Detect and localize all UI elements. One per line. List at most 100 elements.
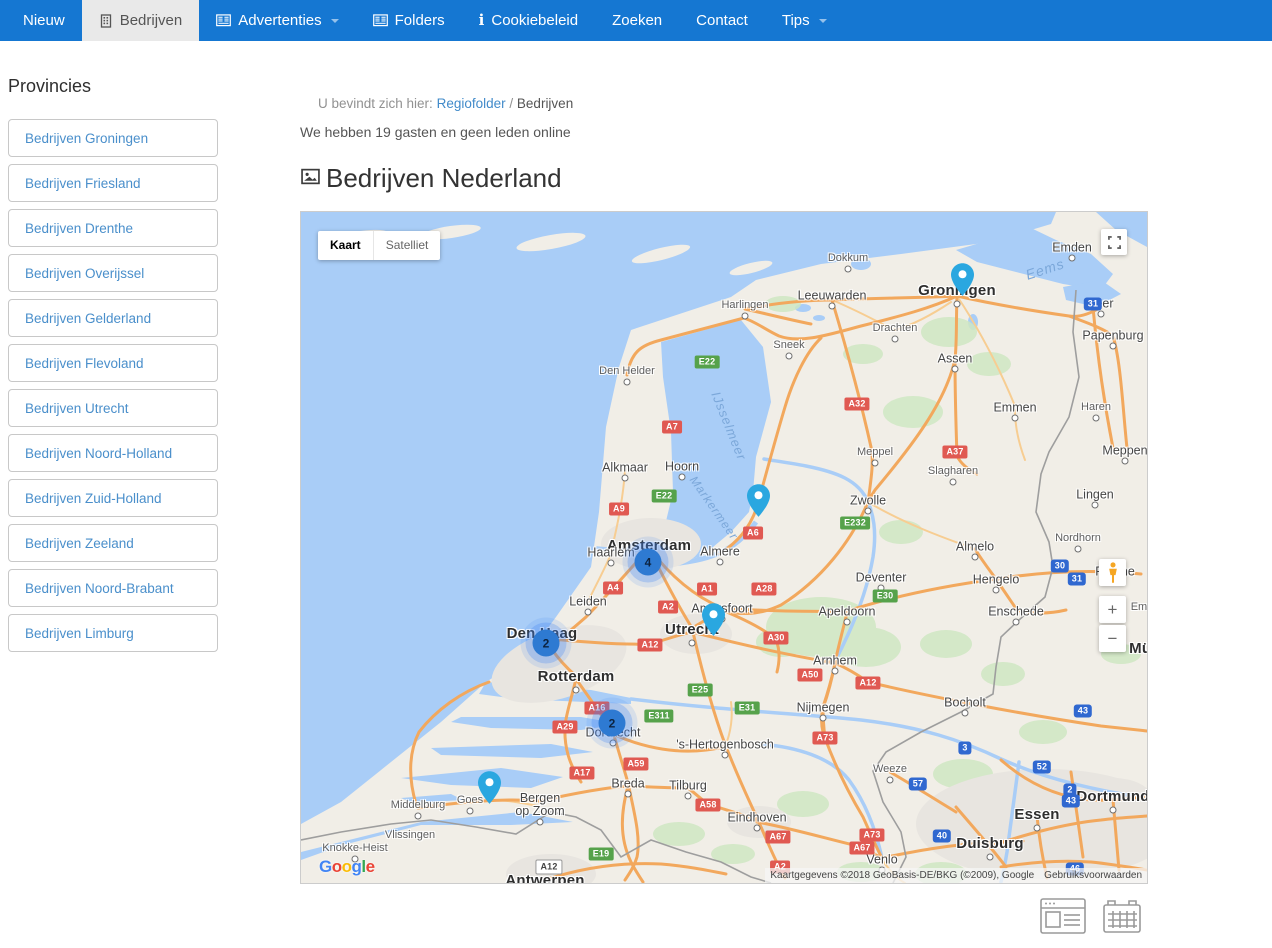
road-shield-a12: A12 bbox=[637, 639, 662, 652]
calendar-icon[interactable] bbox=[1102, 898, 1142, 939]
terms-link[interactable]: Gebruiksvoorwaarden bbox=[1044, 870, 1142, 881]
road-shield-e30: E30 bbox=[873, 590, 898, 603]
sidebar-item-bedrijven-groningen[interactable]: Bedrijven Groningen bbox=[8, 119, 218, 157]
map-city-dot bbox=[954, 301, 961, 308]
map-pin-marker[interactable] bbox=[747, 484, 770, 517]
map-city-label: Deventer bbox=[856, 571, 907, 584]
road-shield-a58: A58 bbox=[695, 799, 720, 812]
sidebar-item-bedrijven-noord-brabant[interactable]: Bedrijven Noord-Brabant bbox=[8, 569, 218, 607]
sidebar-item-bedrijven-noord-holland[interactable]: Bedrijven Noord-Holland bbox=[8, 434, 218, 472]
map-attribution: Kaartgegevens ©2018 GeoBasis-DE/BKG (©20… bbox=[765, 868, 1147, 883]
zoom-out-button[interactable]: − bbox=[1099, 625, 1126, 652]
road-shield-a73: A73 bbox=[859, 829, 884, 842]
road-shield-a29: A29 bbox=[552, 721, 577, 734]
newspaper-icon bbox=[373, 14, 388, 27]
map-city-label: Lingen bbox=[1076, 488, 1114, 501]
building-icon bbox=[99, 14, 113, 28]
sidebar-item-bedrijven-utrecht[interactable]: Bedrijven Utrecht bbox=[8, 389, 218, 427]
sidebar-item-bedrijven-zeeland[interactable]: Bedrijven Zeeland bbox=[8, 524, 218, 562]
road-shield-a37: A37 bbox=[942, 446, 967, 459]
road-shield-57: 57 bbox=[909, 778, 927, 791]
marker-cluster[interactable]: 2 bbox=[533, 630, 560, 657]
map-city-dot bbox=[887, 777, 894, 784]
nav-item-contact[interactable]: Contact bbox=[679, 0, 765, 41]
map-city-dot bbox=[865, 508, 872, 515]
page-title-text: Bedrijven Nederland bbox=[326, 163, 562, 194]
map-city-label: Leeuwarden bbox=[798, 289, 867, 302]
road-shield-a12: A12 bbox=[855, 677, 880, 690]
map-city-dot bbox=[717, 559, 724, 566]
sidebar: Provincies Bedrijven GroningenBedrijven … bbox=[8, 76, 220, 659]
nav-item-nieuw[interactable]: Nieuw bbox=[6, 0, 82, 41]
map-pin-marker[interactable] bbox=[951, 263, 974, 296]
map-pin-marker[interactable] bbox=[702, 603, 725, 636]
nav-item-advertenties[interactable]: Advertenties bbox=[199, 0, 355, 41]
map-city-dot bbox=[845, 266, 852, 273]
map-city-dot bbox=[962, 710, 969, 717]
road-shield-a30: A30 bbox=[763, 632, 788, 645]
road-shield-3: 3 bbox=[958, 742, 971, 755]
map-city-dot bbox=[573, 687, 580, 694]
breadcrumb: U bevindt zich hier: Regiofolder / Bedri… bbox=[318, 96, 573, 111]
map-city-label: Bocholt bbox=[944, 696, 986, 709]
nav-item-zoeken[interactable]: Zoeken bbox=[595, 0, 679, 41]
pegman-button[interactable] bbox=[1099, 559, 1126, 586]
webpage-icon[interactable] bbox=[1040, 898, 1086, 939]
nav-item-label: Advertenties bbox=[238, 12, 321, 29]
map-city-dot bbox=[622, 475, 629, 482]
sidebar-item-bedrijven-friesland[interactable]: Bedrijven Friesland bbox=[8, 164, 218, 202]
nav-item-label: Bedrijven bbox=[120, 12, 183, 29]
sidebar-item-bedrijven-flevoland[interactable]: Bedrijven Flevoland bbox=[8, 344, 218, 382]
map-city-dot bbox=[829, 303, 836, 310]
breadcrumb-link[interactable]: Regiofolder bbox=[437, 96, 506, 111]
sidebar-item-bedrijven-zuid-holland[interactable]: Bedrijven Zuid-Holland bbox=[8, 479, 218, 517]
road-shield-a73: A73 bbox=[812, 732, 837, 745]
map-city-label: Leiden bbox=[569, 595, 607, 608]
pegman-icon bbox=[1107, 562, 1119, 584]
map-type-map-button[interactable]: Kaart bbox=[318, 231, 373, 260]
breadcrumb-current: Bedrijven bbox=[517, 96, 573, 111]
map-city-label: Emden bbox=[1052, 241, 1092, 254]
attribution-text: Kaartgegevens ©2018 GeoBasis-DE/BKG (©20… bbox=[770, 870, 1034, 881]
nav-item-tips[interactable]: Tips bbox=[765, 0, 844, 41]
map-city-dot bbox=[993, 587, 1000, 594]
map-city-label: Knokke-Heist bbox=[322, 843, 387, 855]
fullscreen-button[interactable] bbox=[1101, 229, 1127, 255]
road-shield-a7: A7 bbox=[662, 421, 682, 434]
google-logo[interactable]: Google bbox=[319, 857, 375, 877]
map-canvas[interactable]: DokkumEmdenLeerHarlingenLeeuwardenGronin… bbox=[300, 211, 1148, 884]
footer-icons bbox=[1040, 898, 1142, 939]
road-shield-e19: E19 bbox=[589, 848, 614, 861]
road-shield-52: 52 bbox=[1033, 761, 1051, 774]
marker-cluster[interactable]: 2 bbox=[599, 710, 626, 737]
map-pin-marker[interactable] bbox=[478, 771, 501, 804]
nav-item-cookiebeleid[interactable]: iCookiebeleid bbox=[462, 0, 595, 41]
map-city-label: Harlingen bbox=[721, 300, 768, 312]
map-city-dot bbox=[972, 554, 979, 561]
map-type-satellite-button[interactable]: Satelliet bbox=[373, 231, 441, 260]
sidebar-item-bedrijven-drenthe[interactable]: Bedrijven Drenthe bbox=[8, 209, 218, 247]
map-city-dot bbox=[786, 353, 793, 360]
map-city-dot bbox=[679, 474, 686, 481]
marker-cluster[interactable]: 4 bbox=[635, 549, 662, 576]
road-shield-a32: A32 bbox=[844, 398, 869, 411]
road-shield-e311: E311 bbox=[644, 710, 673, 723]
nav-item-folders[interactable]: Folders bbox=[356, 0, 462, 41]
map-city-label: Drachten bbox=[873, 323, 918, 335]
map-city-dot bbox=[754, 825, 761, 832]
road-shield-a1: A1 bbox=[697, 583, 717, 596]
sidebar-item-bedrijven-gelderland[interactable]: Bedrijven Gelderland bbox=[8, 299, 218, 337]
map-overlays: DokkumEmdenLeerHarlingenLeeuwardenGronin… bbox=[301, 212, 1147, 883]
map-city-label: Alkmaar bbox=[602, 461, 648, 474]
sidebar-item-bedrijven-limburg[interactable]: Bedrijven Limburg bbox=[8, 614, 218, 652]
map-city-label: Tilburg bbox=[669, 779, 707, 792]
breadcrumb-prefix: U bevindt zich hier: bbox=[318, 96, 433, 111]
sidebar-item-bedrijven-overijssel[interactable]: Bedrijven Overijssel bbox=[8, 254, 218, 292]
info-icon: i bbox=[479, 13, 485, 28]
province-list: Bedrijven Groningen Bedrijven Friesland Be… bbox=[8, 119, 220, 652]
map-city-label: Haarlem bbox=[587, 546, 634, 559]
nav-item-label: Nieuw bbox=[23, 12, 65, 29]
nav-item-bedrijven[interactable]: Bedrijven bbox=[82, 0, 200, 41]
map-city-dot bbox=[1098, 311, 1105, 318]
zoom-in-button[interactable]: + bbox=[1099, 596, 1126, 623]
